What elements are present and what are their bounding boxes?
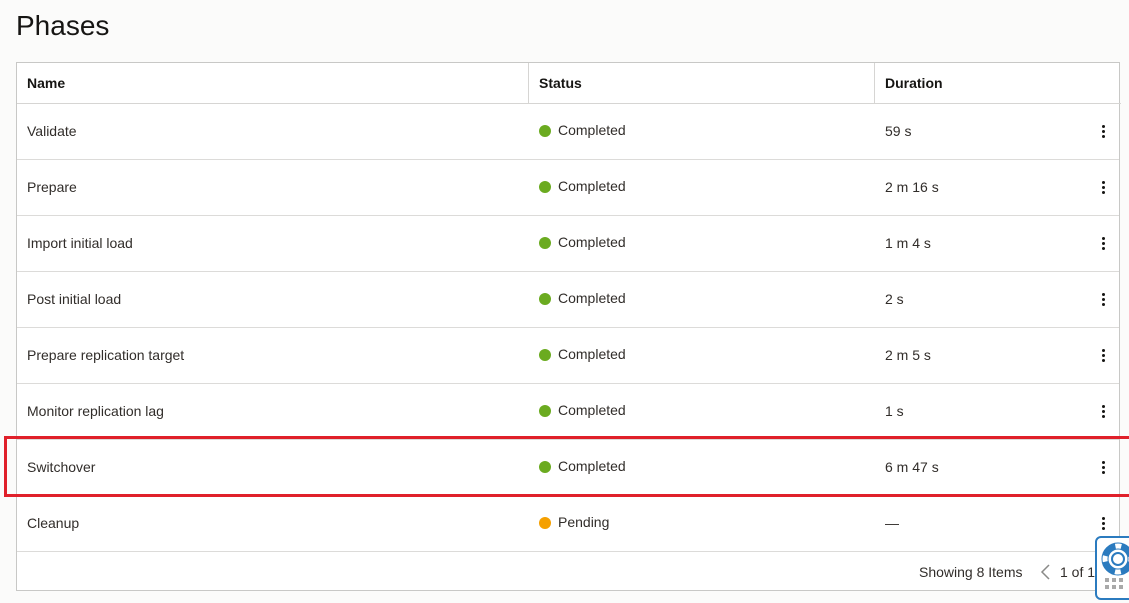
status-cell: Completed — [539, 272, 626, 327]
table-row[interactable]: Prepare Completed 2 m 16 s — [17, 160, 1119, 216]
kebab-menu-icon[interactable] — [1093, 455, 1113, 479]
status-cell: Completed — [539, 328, 626, 383]
status-dot-icon — [539, 236, 551, 249]
status-cell: Completed — [539, 160, 626, 215]
lifebuoy-icon — [1101, 542, 1129, 576]
table-row[interactable]: Monitor replication lag Completed 1 s — [17, 384, 1119, 440]
duration-value: — — [885, 515, 899, 531]
phase-name: Switchover — [27, 459, 96, 475]
status-label: Completed — [558, 178, 626, 194]
status-label: Pending — [558, 514, 610, 530]
status-dot-icon — [539, 124, 551, 137]
table-row[interactable]: Cleanup Pending — — [17, 496, 1119, 552]
phases-table: Name Status Duration Validate Completed 59… — [16, 62, 1121, 591]
duration-value: 1 s — [885, 403, 904, 419]
status-cell: Completed — [539, 384, 626, 439]
status-dot-icon — [539, 180, 551, 193]
duration-value: 2 s — [885, 291, 904, 307]
phase-name: Prepare — [27, 179, 77, 195]
status-label: Completed — [558, 290, 626, 306]
chevron-left-icon[interactable] — [1039, 563, 1053, 581]
table-row[interactable]: Switchover Completed 6 m 47 s — [17, 440, 1119, 496]
duration-value: 1 m 4 s — [885, 235, 931, 251]
status-cell: Pending — [539, 496, 609, 551]
column-header-name[interactable]: Name — [17, 63, 529, 103]
duration-value: 2 m 16 s — [885, 179, 939, 195]
help-widget-button[interactable] — [1095, 536, 1129, 600]
status-dot-icon — [539, 516, 551, 529]
duration-value: 2 m 5 s — [885, 347, 931, 363]
drag-handle-icon[interactable] — [1105, 578, 1123, 589]
status-dot-icon — [539, 404, 551, 417]
table-row[interactable]: Import initial load Completed 1 m 4 s — [17, 216, 1119, 272]
phase-name: Post initial load — [27, 291, 122, 307]
page-indicator: 1 of 1 — [1060, 564, 1096, 580]
phase-name: Cleanup — [27, 515, 80, 531]
status-label: Completed — [558, 122, 626, 138]
table-row[interactable]: Validate Completed 59 s — [17, 104, 1119, 160]
kebab-menu-icon[interactable] — [1093, 119, 1113, 143]
status-dot-icon — [539, 292, 551, 305]
status-label: Completed — [558, 402, 626, 418]
phase-name: Monitor replication lag — [27, 403, 164, 419]
kebab-menu-icon[interactable] — [1093, 511, 1113, 535]
phase-name: Prepare replication target — [27, 347, 185, 363]
column-header-duration[interactable]: Duration — [875, 63, 1121, 103]
column-header-status[interactable]: Status — [529, 63, 875, 103]
kebab-menu-icon[interactable] — [1093, 175, 1113, 199]
duration-value: 6 m 47 s — [885, 459, 939, 475]
phase-name: Import initial load — [27, 235, 133, 251]
table-row[interactable]: Prepare replication target Completed 2 m 5… — [17, 328, 1119, 384]
items-count: Showing 8 Items — [919, 564, 1023, 580]
table-header: Name Status Duration — [17, 63, 1121, 104]
kebab-menu-icon[interactable] — [1093, 343, 1113, 367]
status-label: Completed — [558, 346, 626, 362]
kebab-menu-icon[interactable] — [1093, 287, 1113, 311]
status-dot-icon — [539, 460, 551, 473]
status-label: Completed — [558, 458, 626, 474]
phase-name: Validate — [27, 123, 77, 139]
table-footer: Showing 8 Items 1 of 1 — [17, 552, 1119, 590]
status-label: Completed — [558, 234, 626, 250]
page-title: Phases — [16, 10, 110, 41]
kebab-menu-icon[interactable] — [1093, 231, 1113, 255]
duration-value: 59 s — [885, 123, 912, 139]
status-dot-icon — [539, 348, 551, 361]
status-cell: Completed — [539, 440, 626, 495]
status-cell: Completed — [539, 216, 626, 271]
table-row[interactable]: Post initial load Completed 2 s — [17, 272, 1119, 328]
kebab-menu-icon[interactable] — [1093, 399, 1113, 423]
status-cell: Completed — [539, 104, 626, 159]
